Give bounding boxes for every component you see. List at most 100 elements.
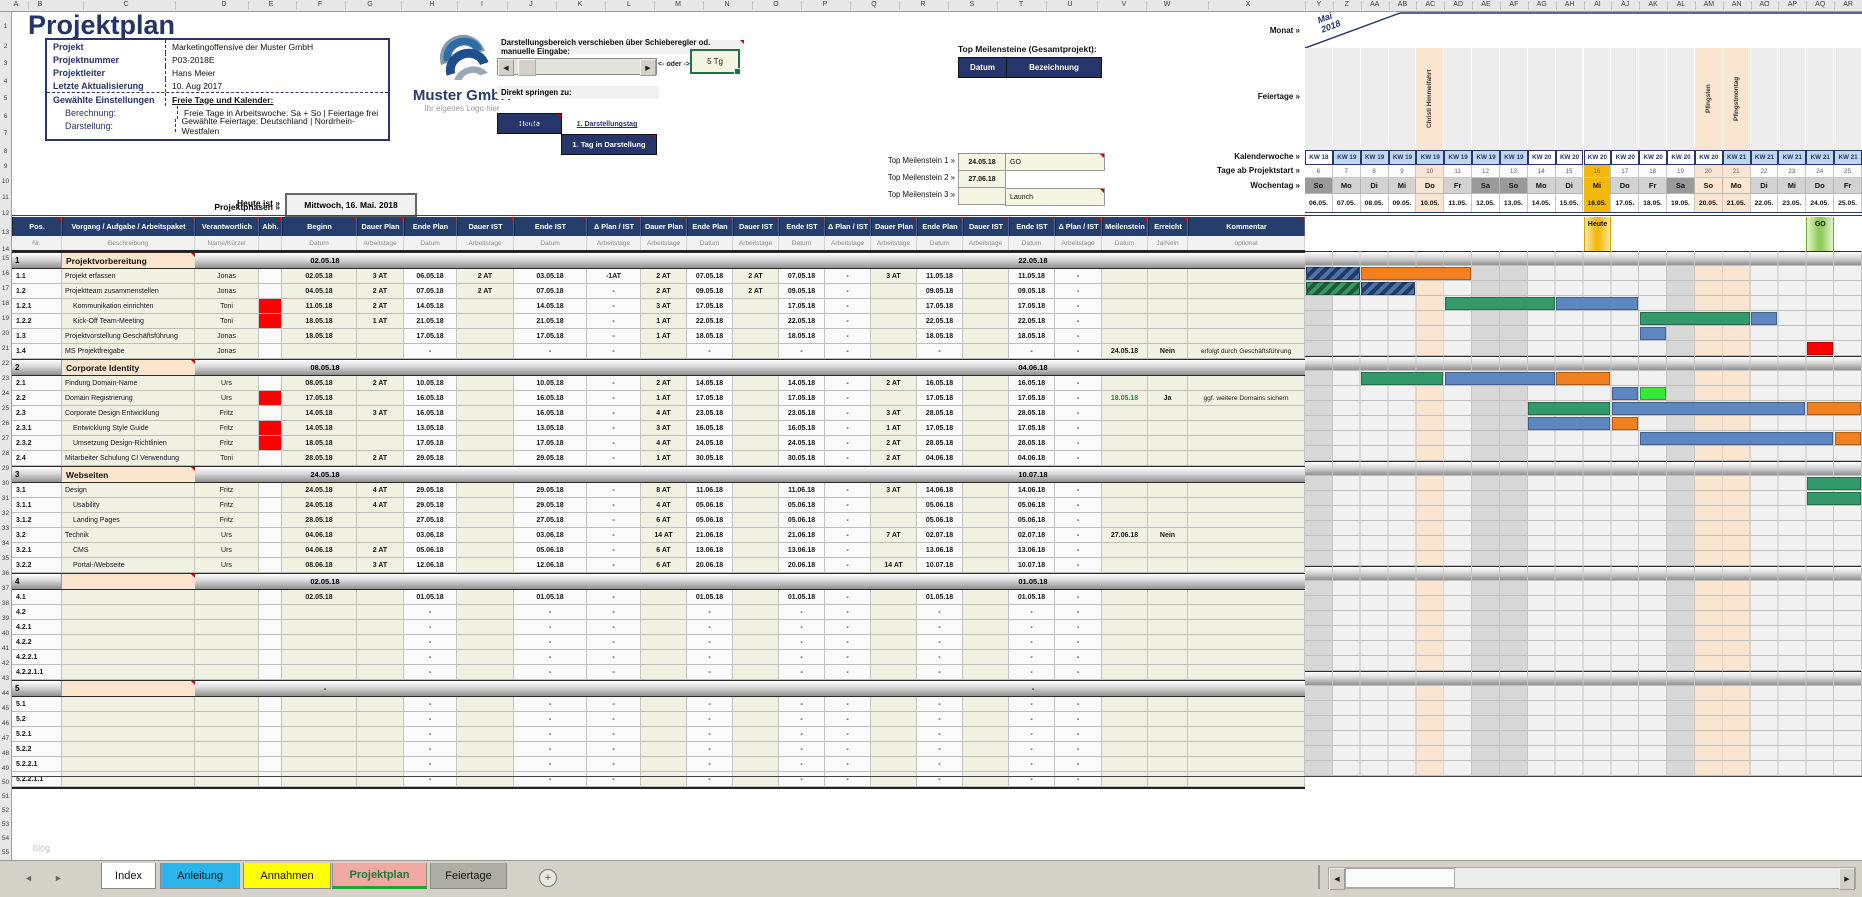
cell-ep3[interactable]: 01.05.18	[917, 590, 963, 605]
cell-di3[interactable]	[963, 284, 1009, 299]
cell-resp[interactable]: Fritz	[195, 406, 259, 421]
cell-ep3[interactable]: -	[917, 742, 963, 757]
cell-di1[interactable]	[457, 436, 514, 451]
cell-di3[interactable]	[963, 329, 1009, 344]
cell-komm[interactable]	[1188, 697, 1305, 712]
cell-ei1[interactable]: -	[514, 605, 587, 620]
cell-komm[interactable]	[1188, 314, 1305, 329]
col-letter-AM[interactable]: AM	[1704, 1, 1715, 8]
header-cell[interactable]: Ende Plan	[917, 217, 963, 236]
cell-dp3[interactable]	[871, 635, 917, 650]
cell-ep3[interactable]: 28.05.18	[917, 436, 963, 451]
cell-dp1[interactable]	[357, 665, 404, 680]
cell-ep3[interactable]: -	[917, 757, 963, 772]
row-number-37[interactable]: 37	[0, 585, 11, 592]
section-rest[interactable]: 02.05.1822.05.18	[195, 253, 1305, 268]
date-cell[interactable]: 06.05.	[1305, 194, 1333, 212]
cell-desc[interactable]: CMS	[62, 543, 195, 558]
cell-dp3[interactable]	[871, 665, 917, 680]
cell-ei3[interactable]: -	[1009, 742, 1055, 757]
cell-d2[interactable]: -	[825, 697, 871, 712]
cell-ei2[interactable]: -	[779, 772, 825, 787]
kw-cell[interactable]: KW 19	[1333, 150, 1361, 165]
cell-dep[interactable]	[259, 344, 282, 359]
cell-di1[interactable]	[457, 314, 514, 329]
cell-dep[interactable]	[259, 406, 282, 421]
cell-ep1[interactable]: -	[404, 697, 457, 712]
cell-ei3[interactable]: 28.05.18	[1009, 406, 1055, 421]
cell-di1[interactable]	[457, 742, 514, 757]
cell-resp[interactable]: Toni	[195, 314, 259, 329]
cell-ep2[interactable]: -	[687, 712, 733, 727]
cell-ja[interactable]	[1148, 284, 1188, 299]
cell-d3[interactable]: -	[1055, 406, 1102, 421]
section-row[interactable]: 5--	[12, 680, 1305, 697]
cell-d2[interactable]: -	[825, 314, 871, 329]
cell-d3[interactable]: -	[1055, 665, 1102, 680]
cell-ja[interactable]: Nein	[1148, 528, 1188, 543]
weekday-cell[interactable]: Do	[1416, 178, 1444, 194]
row-number-19[interactable]: 19	[0, 315, 11, 322]
section-pos[interactable]: 1	[12, 253, 62, 268]
table-row[interactable]: 1.2.1Kommunikation einrichtenToni11.05.1…	[12, 299, 1305, 314]
cell-dp2[interactable]: 1 AT	[641, 329, 687, 344]
cell-desc[interactable]: Design	[62, 483, 195, 498]
cell-ei2[interactable]: 13.06.18	[779, 543, 825, 558]
kw-cell[interactable]: KW 19	[1500, 150, 1528, 165]
cell-ei1[interactable]: -	[514, 665, 587, 680]
cell-pos[interactable]: 5.2.2.1	[12, 757, 62, 772]
table-row[interactable]: 1.2Projektteam zusammenstellenJonas04.05…	[12, 284, 1305, 299]
kw-cell[interactable]: KW 20	[1556, 150, 1584, 165]
cell-ms[interactable]: 27.06.18	[1102, 528, 1148, 543]
cell-pos[interactable]: 4.2.2.1	[12, 650, 62, 665]
cell-resp[interactable]	[195, 605, 259, 620]
cell-ei3[interactable]: 17.05.18	[1009, 299, 1055, 314]
cell-pos[interactable]: 1.1	[12, 269, 62, 284]
cell-b[interactable]	[282, 757, 357, 772]
cell-ms[interactable]	[1102, 299, 1148, 314]
cell-d3[interactable]: -	[1055, 436, 1102, 451]
table-row[interactable]: 5.2---------	[12, 712, 1305, 727]
cell-d3[interactable]: -	[1055, 314, 1102, 329]
day-number-cell[interactable]: 11	[1444, 165, 1472, 178]
cell-b[interactable]: 28.05.18	[282, 513, 357, 528]
cell-dep[interactable]	[259, 635, 282, 650]
cell-ep1[interactable]: 07.05.18	[404, 284, 457, 299]
cell-d1[interactable]: -	[587, 513, 641, 528]
cell-ei2[interactable]: 18.05.18	[779, 329, 825, 344]
cell-ep1[interactable]: 05.06.18	[404, 543, 457, 558]
cell-ja[interactable]	[1148, 314, 1188, 329]
cell-d1[interactable]: -	[587, 590, 641, 605]
cell-ms[interactable]	[1102, 451, 1148, 466]
col-letter-G[interactable]: G	[367, 1, 372, 8]
cell-dep[interactable]	[259, 421, 282, 436]
cell-d3[interactable]: -	[1055, 421, 1102, 436]
cell-d2[interactable]: -	[825, 269, 871, 284]
cell-b[interactable]	[282, 712, 357, 727]
col-letter-T[interactable]: T	[1019, 1, 1023, 8]
cell-d1[interactable]: -	[587, 284, 641, 299]
cell-dp1[interactable]: 2 AT	[357, 299, 404, 314]
cell-ei3[interactable]: 10.07.18	[1009, 558, 1055, 573]
cell-dp2[interactable]	[641, 757, 687, 772]
cell-di2[interactable]	[733, 650, 779, 665]
section-pos[interactable]: 3	[12, 467, 62, 482]
cell-komm[interactable]	[1188, 742, 1305, 757]
cell-di1[interactable]	[457, 757, 514, 772]
cell-dep[interactable]	[259, 727, 282, 742]
cell-ei2[interactable]: 07.05.18	[779, 269, 825, 284]
col-letter-AG[interactable]: AG	[1537, 1, 1547, 8]
cell-ms[interactable]	[1102, 329, 1148, 344]
cell-b[interactable]: 04.06.18	[282, 528, 357, 543]
header-cell[interactable]: Abh.	[259, 217, 282, 236]
cell-dp2[interactable]	[641, 635, 687, 650]
cell-ei1[interactable]: 05.06.18	[514, 543, 587, 558]
cell-d1[interactable]: -	[587, 391, 641, 406]
cell-komm[interactable]	[1188, 543, 1305, 558]
cell-ja[interactable]	[1148, 406, 1188, 421]
cell-ms[interactable]	[1102, 772, 1148, 787]
cell-di1[interactable]	[457, 391, 514, 406]
kw-cell[interactable]: KW 19	[1389, 150, 1417, 165]
row-number-10[interactable]: 10	[0, 178, 11, 185]
row-number-17[interactable]: 17	[0, 285, 11, 292]
